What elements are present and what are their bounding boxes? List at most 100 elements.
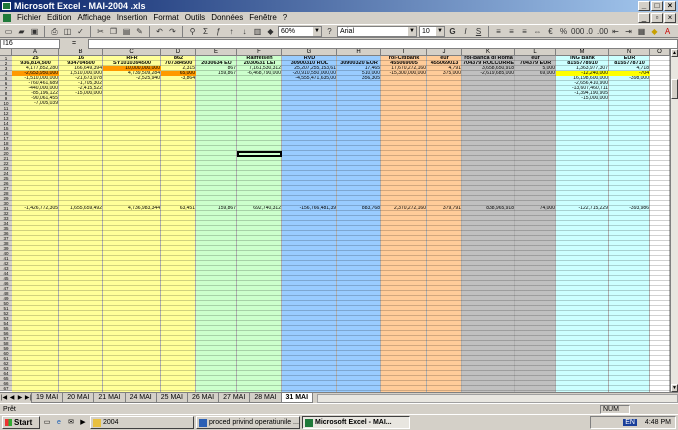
- help-icon[interactable]: ?: [324, 26, 335, 37]
- cell[interactable]: [609, 101, 650, 106]
- menu-format[interactable]: Format: [150, 12, 181, 24]
- cell[interactable]: -7,005,039: [12, 101, 59, 106]
- ie-icon[interactable]: e: [54, 418, 64, 428]
- column-header-d[interactable]: D: [161, 49, 196, 56]
- cell[interactable]: -122,715,229: [556, 206, 609, 211]
- cell[interactable]: [161, 101, 196, 106]
- doc-restore-button[interactable]: ▫: [651, 13, 663, 23]
- formula-input[interactable]: [88, 38, 678, 49]
- cell[interactable]: 159,867: [196, 206, 237, 211]
- column-header-j[interactable]: J: [427, 49, 462, 56]
- hyperlink-icon[interactable]: ⚲: [187, 26, 198, 37]
- outlook-icon[interactable]: ✉: [66, 418, 76, 428]
- italic-icon[interactable]: I: [460, 26, 471, 37]
- column-header-f[interactable]: F: [237, 49, 282, 56]
- cell[interactable]: -393,986: [609, 206, 650, 211]
- cell[interactable]: 1,655,659,492: [59, 206, 103, 211]
- print-icon[interactable]: ⎙: [49, 26, 60, 37]
- select-all-corner[interactable]: [0, 49, 12, 56]
- column-header-n[interactable]: N: [609, 49, 650, 56]
- scroll-down-icon[interactable]: ▼: [671, 384, 678, 392]
- function-icon[interactable]: ƒ: [213, 26, 224, 37]
- undo-icon[interactable]: ↶: [154, 26, 165, 37]
- currency-icon[interactable]: €: [545, 26, 556, 37]
- minimize-button[interactable]: _: [638, 1, 650, 11]
- sheet-tab[interactable]: 26 MAI: [186, 393, 220, 403]
- sheet-tab[interactable]: 21 MAI: [93, 393, 126, 403]
- prev-tab-icon[interactable]: ◀: [8, 394, 16, 403]
- column-header-o[interactable]: O: [650, 49, 670, 56]
- sort-desc-icon[interactable]: ↓: [239, 26, 250, 37]
- sheet-tab[interactable]: 28 MAI: [249, 393, 282, 403]
- cell[interactable]: [237, 101, 282, 106]
- cell[interactable]: 379,791: [427, 206, 462, 211]
- menu-fenetre[interactable]: Fenêtre: [246, 12, 280, 24]
- cell[interactable]: 63,451: [161, 206, 196, 211]
- cut-icon[interactable]: ✂: [95, 26, 106, 37]
- excel-app-icon[interactable]: [2, 2, 11, 10]
- column-header-g[interactable]: G: [282, 49, 337, 56]
- sheet-tab[interactable]: 25 MAI: [155, 393, 188, 403]
- new-icon[interactable]: ▭: [3, 26, 14, 37]
- menu-insertion[interactable]: Insertion: [114, 12, 151, 24]
- language-indicator[interactable]: EN: [623, 419, 637, 426]
- row-header[interactable]: 67: [0, 386, 12, 391]
- underline-icon[interactable]: S: [473, 26, 484, 37]
- autosum-icon[interactable]: Σ: [200, 26, 211, 37]
- menu-help[interactable]: ?: [280, 12, 290, 24]
- align-right-icon[interactable]: ≡: [519, 26, 530, 37]
- sheet-tab[interactable]: 19 MAI: [31, 393, 64, 403]
- doc-close-button[interactable]: ×: [664, 13, 676, 23]
- column-header-l[interactable]: L: [515, 49, 556, 56]
- format-painter-icon[interactable]: ✎: [134, 26, 145, 37]
- menu-outils[interactable]: Outils: [182, 12, 208, 24]
- cell[interactable]: -1,426,772,305: [12, 206, 59, 211]
- sheet-tab[interactable]: 31 MAI: [280, 393, 314, 403]
- align-left-icon[interactable]: ≡: [493, 26, 504, 37]
- cell[interactable]: [337, 101, 381, 106]
- menu-affichage[interactable]: Affichage: [74, 12, 113, 24]
- column-header-k[interactable]: K: [462, 49, 515, 56]
- paste-icon[interactable]: ▤: [121, 26, 132, 37]
- save-icon[interactable]: ▣: [29, 26, 40, 37]
- indent-decrease-icon[interactable]: ⇤: [610, 26, 621, 37]
- sort-asc-icon[interactable]: ↑: [226, 26, 237, 37]
- close-button[interactable]: ×: [664, 1, 676, 11]
- font-select[interactable]: Arial ▼: [337, 25, 417, 37]
- vertical-scrollbar[interactable]: ▲ ▼: [670, 49, 678, 392]
- cell[interactable]: [515, 101, 556, 106]
- cell[interactable]: [282, 101, 337, 106]
- menu-donnees[interactable]: Données: [208, 12, 246, 24]
- name-box[interactable]: I16: [0, 38, 60, 49]
- column-header-e[interactable]: E: [196, 49, 237, 56]
- cell[interactable]: [103, 101, 161, 106]
- cell[interactable]: [196, 101, 237, 106]
- fill-color-icon[interactable]: ◆: [649, 26, 660, 37]
- merge-icon[interactable]: ⇔: [532, 26, 543, 37]
- next-tab-icon[interactable]: ▶: [16, 394, 24, 403]
- worksheet-grid[interactable]: ABCDEFGHIJKLMNO 1 2 3 4 5 6 7 8 9 10 11 12 13 14 15 16 1…: [0, 49, 670, 392]
- column-header-c[interactable]: C: [103, 49, 161, 56]
- desktop-icon[interactable]: ▭: [42, 418, 52, 428]
- decimal-decrease-icon[interactable]: .00: [597, 26, 608, 37]
- cell[interactable]: [381, 101, 427, 106]
- maximize-button[interactable]: □: [651, 1, 663, 11]
- menu-edition[interactable]: Edition: [44, 12, 74, 24]
- zoom-select[interactable]: 60% ▼: [278, 25, 322, 37]
- cell[interactable]: [59, 101, 103, 106]
- column-header-b[interactable]: B: [59, 49, 103, 56]
- doc-minimize-button[interactable]: _: [638, 13, 650, 23]
- scroll-thumb[interactable]: [671, 79, 678, 99]
- cell[interactable]: [462, 101, 515, 106]
- first-tab-icon[interactable]: |◀: [0, 394, 8, 403]
- media-icon[interactable]: ▶: [78, 418, 88, 428]
- percent-icon[interactable]: %: [558, 26, 569, 37]
- chart-icon[interactable]: ▥: [252, 26, 263, 37]
- redo-icon[interactable]: ↷: [167, 26, 178, 37]
- menu-fichier[interactable]: Fichier: [14, 12, 44, 24]
- column-header-i[interactable]: I: [381, 49, 427, 56]
- bold-icon[interactable]: G: [447, 26, 458, 37]
- cell[interactable]: 692,740,312: [237, 206, 282, 211]
- cell[interactable]: 4,736,983,344: [103, 206, 161, 211]
- thousands-icon[interactable]: 000: [571, 26, 584, 37]
